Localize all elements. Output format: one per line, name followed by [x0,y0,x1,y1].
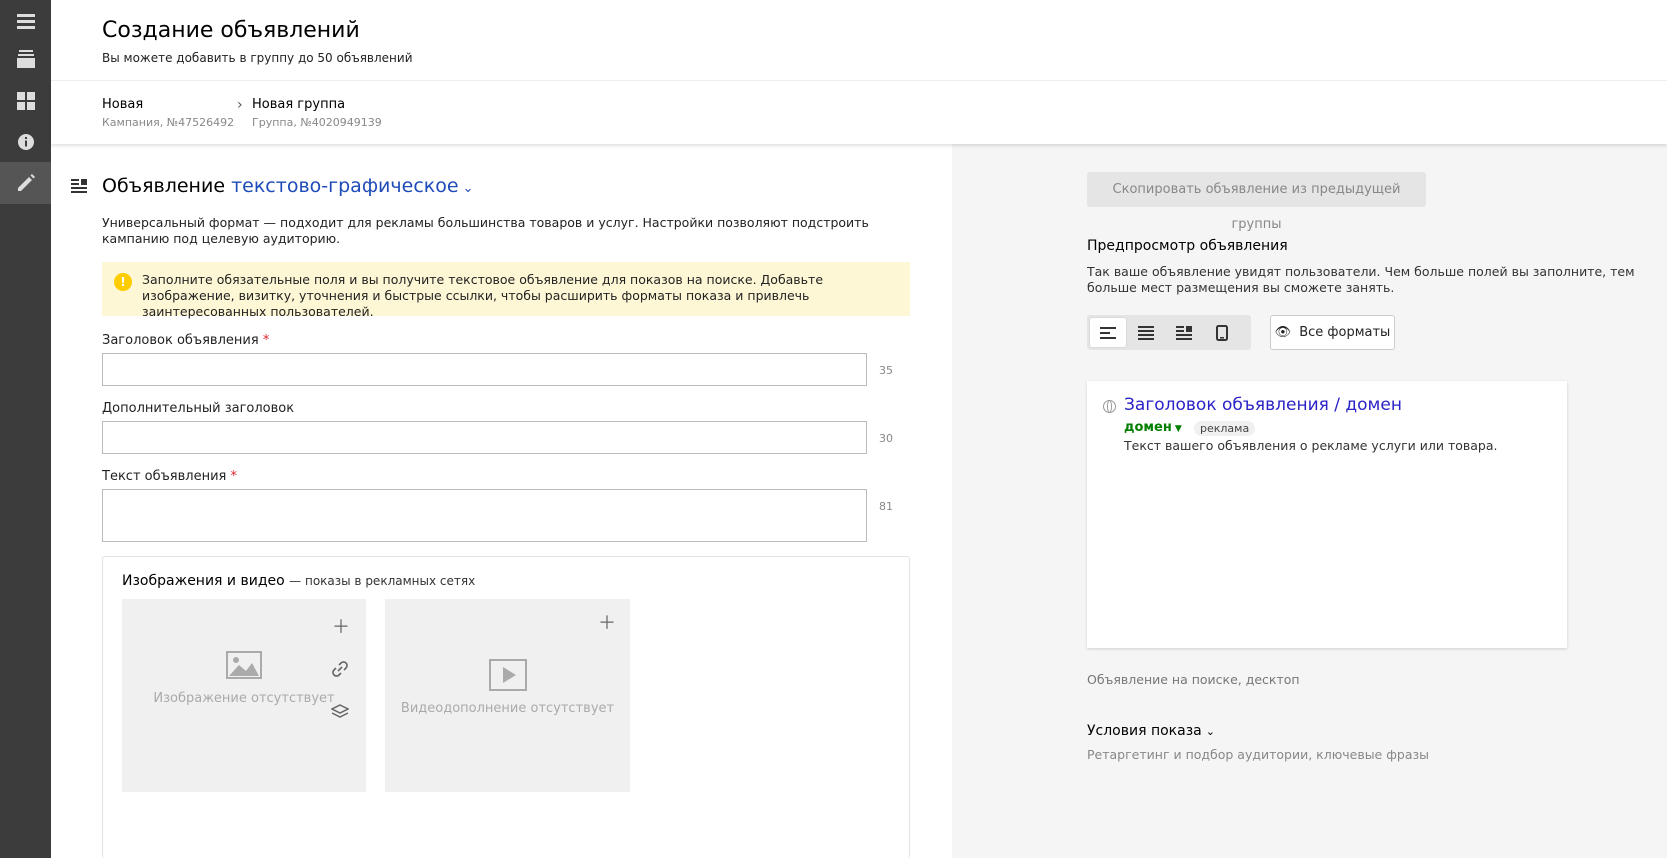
layers-icon[interactable] [331,703,349,721]
video-placeholder-icon [489,659,527,691]
all-formats-label: Все форматы [1299,325,1391,340]
extra-headline-label: Дополнительный заголовок [102,401,295,416]
headline-input[interactable] [102,353,867,386]
ad-badge: реклама [1194,421,1256,436]
mobile-phone-icon [1216,324,1228,341]
sidebar-info-button[interactable] [0,121,51,163]
ad-text-input[interactable] [102,489,867,542]
video-slot[interactable]: Видеодополнение отсутствует ＋ [385,599,630,792]
conditions-subtitle: Ретаргетинг и подбор аудитории, ключевые… [1087,747,1430,762]
conditions-title: Условия показа [1087,723,1202,739]
ad-text-label: Текст объявления * [102,469,237,484]
page-header: Создание объявлений Вы можете добавить в… [51,0,1667,80]
all-formats-button[interactable]: 👁 Все форматы [1270,315,1395,350]
preview-title: Предпросмотр объявления [1087,238,1288,254]
sidebar-dashboard-button[interactable] [0,80,51,122]
preview-panel: Скопировать объявление из предыдущей гру… [952,144,1667,858]
copy-previous-ad-button[interactable]: Скопировать объявление из предыдущей гру… [1087,172,1426,232]
notice-text: Заполните обязательные поля и вы получит… [142,272,824,319]
breadcrumb-group-title: Новая группа [252,97,346,112]
globe-icon [1103,400,1116,413]
add-video-button[interactable]: ＋ [598,609,616,635]
breadcrumb-campaign-id: Кампания, №47526492 [102,116,235,129]
conditions-toggle[interactable]: Условия показа ⌄ [1087,723,1215,739]
ad-title: Объявление текстово-графическое ⌄ [102,175,473,197]
text-align-left-icon [1100,326,1116,339]
preview-caption: Объявление на поиске, десктоп [1087,672,1300,687]
sidebar-edit-button[interactable] [0,162,51,204]
format-image-text-button[interactable] [1166,318,1202,347]
breadcrumb: Новая Кампания, №47526492 › Новая группа… [51,80,1667,144]
format-search-desktop-button[interactable] [1090,318,1126,347]
sidebar [0,0,51,858]
media-subtitle: — показы в рекламных сетях [289,574,476,588]
media-section: Изображения и видео — показы в рекламных… [102,556,910,858]
preview-domain-text: домен [1124,420,1172,435]
info-icon [17,134,34,150]
text-lines-icon [1138,325,1154,340]
ad-type-label: текстово-графическое [231,175,459,197]
image-empty-text: Изображение отсутствует [153,691,335,706]
headline-counter: 35 [879,364,893,377]
campaigns-stack-icon [16,50,35,68]
link-icon[interactable] [332,661,348,677]
format-text-block-button[interactable] [1128,318,1164,347]
triangle-down-icon: ▼ [1174,424,1182,434]
required-mark: * [262,333,270,348]
breadcrumb-group[interactable]: Новая группа Группа, №4020949139 [252,97,382,129]
video-empty-text: Видеодополнение отсутствует [400,701,615,716]
sidebar-campaigns-button[interactable] [0,38,51,80]
preview-ad-title: Заголовок объявления / домен [1124,395,1402,415]
preview-ad-text: Текст вашего объявления о рекламе услуги… [1124,438,1498,453]
ad-preview-card: Заголовок объявления / домен домен ▼ рекл… [1087,381,1567,648]
pencil-icon [17,174,35,191]
warning-icon: ! [114,273,132,291]
page-subtitle: Вы можете добавить в группу до 50 объявл… [102,51,413,65]
add-image-button[interactable]: ＋ [332,613,350,639]
breadcrumb-campaign[interactable]: Новая Кампания, №47526492 [102,97,234,129]
ad-title-prefix: Объявление [102,175,226,197]
breadcrumb-campaign-title: Новая [102,97,144,112]
headline-label-text: Заголовок объявления [102,333,259,348]
ad-description: Универсальный формат — подходит для рекл… [102,215,869,246]
chevron-right-icon: › [237,97,243,113]
menu-icon [16,14,35,29]
ad-type-dropdown[interactable]: текстово-графическое ⌄ [231,175,473,197]
format-mobile-button[interactable] [1204,318,1240,347]
eye-icon: 👁 [1274,325,1292,340]
image-text-icon [1176,325,1192,340]
required-mark: * [230,469,238,484]
media-title-text: Изображения и видео [122,573,285,589]
chevron-down-icon: ⌄ [1205,725,1215,738]
info-notice: ! Заполните обязательные поля и вы получ… [102,262,910,319]
chevron-down-icon: ⌄ [462,181,474,196]
ad-editor-panel: Объявление текстово-графическое ⌄ Универс… [51,144,952,858]
ad-text-counter: 81 [879,500,893,513]
extra-headline-input[interactable] [102,421,867,454]
preview-ad-domain: домен ▼ [1124,420,1182,435]
preview-description: Так ваше объявление увидят пользователи.… [1087,264,1635,295]
page-title: Создание объявлений [102,18,360,43]
sidebar-menu-button[interactable] [0,0,51,42]
extra-headline-counter: 30 [879,432,893,445]
ad-text-label-text: Текст объявления [102,469,227,484]
image-slot[interactable]: Изображение отсутствует ＋ [122,599,366,792]
ad-format-icon [71,179,87,193]
media-title: Изображения и видео — показы в рекламных… [122,573,475,589]
dashboard-grid-icon [16,92,35,110]
image-placeholder-icon [226,651,262,679]
breadcrumb-group-id: Группа, №4020949139 [252,116,382,129]
preview-format-switcher [1087,315,1251,350]
headline-label: Заголовок объявления * [102,333,269,348]
